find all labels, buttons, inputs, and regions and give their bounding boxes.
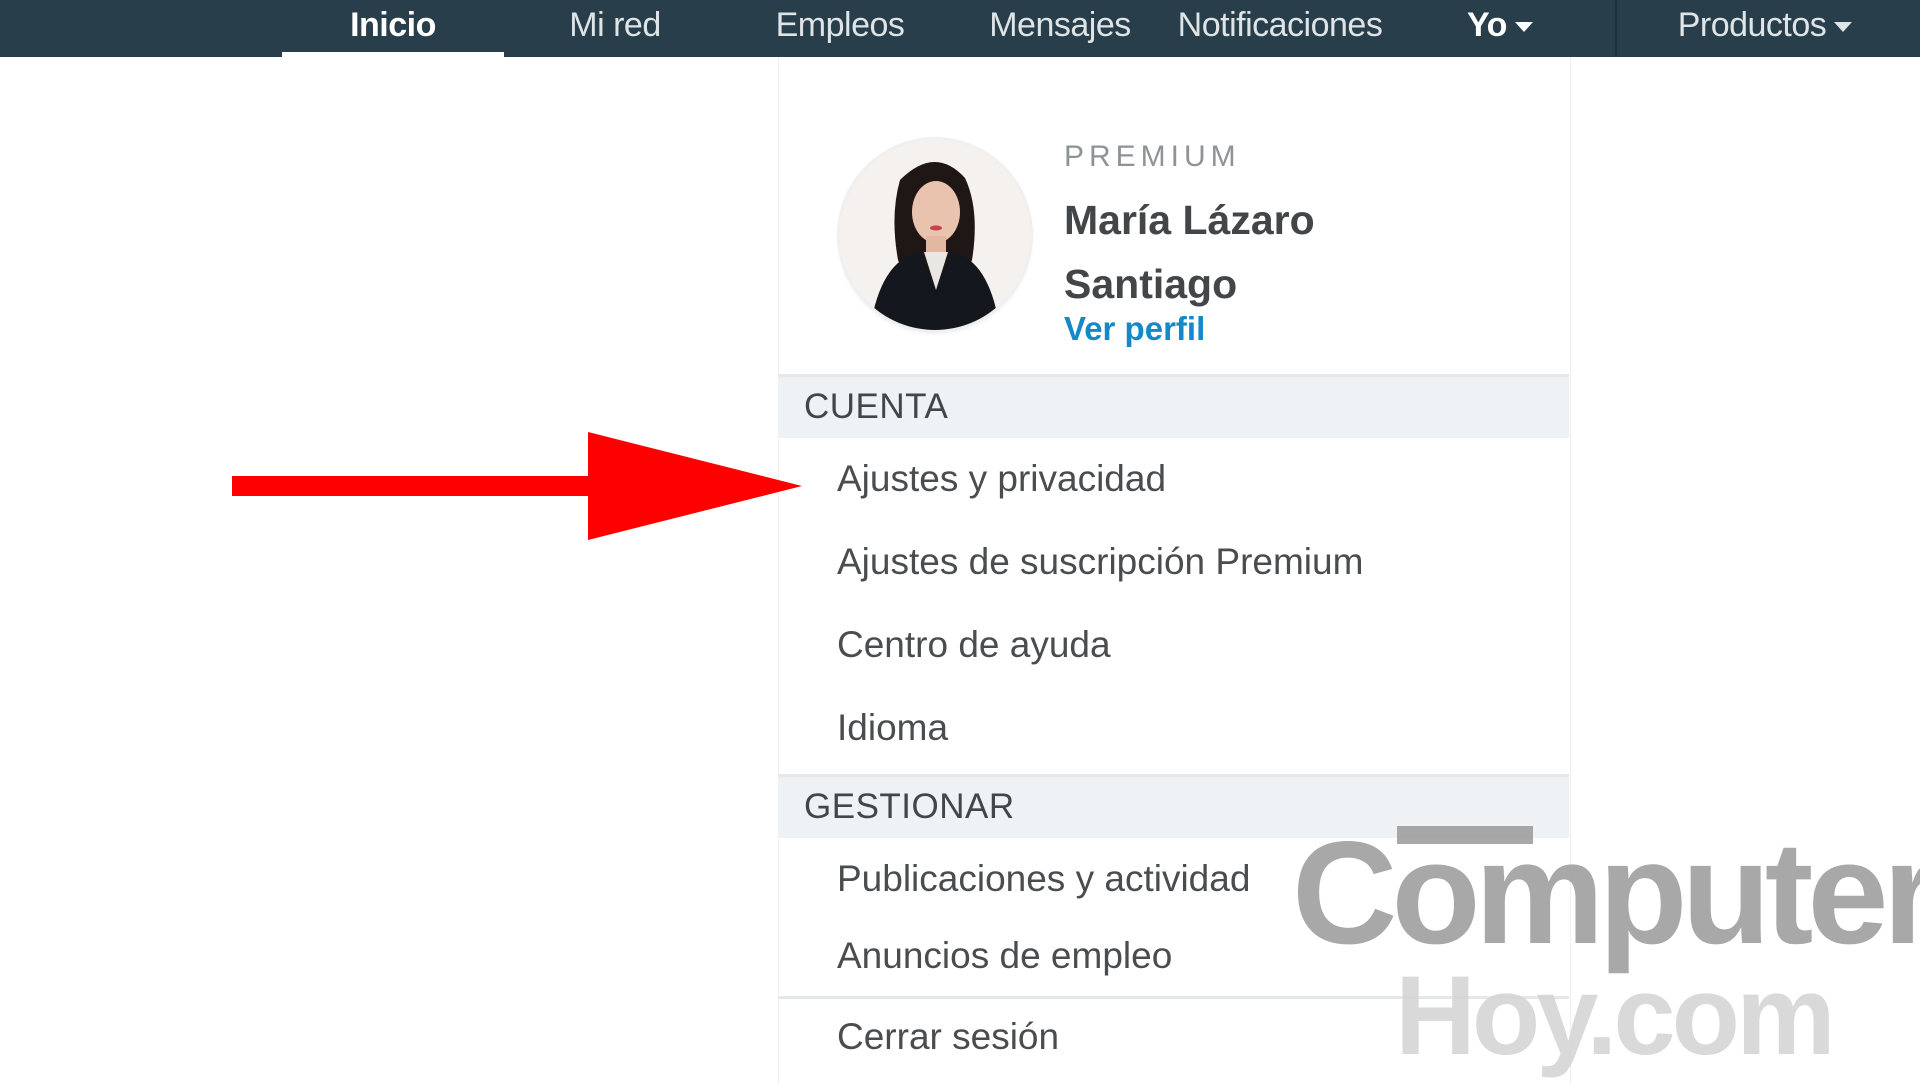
annotation-arrow-icon xyxy=(588,432,802,540)
menu-item-language[interactable]: Idioma xyxy=(837,707,948,749)
annotation-arrow-shaft xyxy=(232,476,604,496)
chevron-down-icon xyxy=(1514,22,1533,33)
nav-products-label: Productos xyxy=(1677,6,1827,44)
watermark-logo: Computer xyxy=(1292,811,1920,974)
chevron-down-icon xyxy=(1834,22,1853,33)
section-header-account: CUENTA xyxy=(778,374,1569,438)
menu-item-posts-activity[interactable]: Publicaciones y actividad xyxy=(837,858,1250,900)
top-navigation-bar: Inicio Mi red Empleos Mensajes Notificac… xyxy=(0,0,1920,57)
profile-name-line2: Santiago xyxy=(1064,261,1238,307)
profile-name-line1: María Lázaro xyxy=(1064,197,1315,243)
nav-products-menu[interactable]: Productos xyxy=(1660,0,1870,57)
menu-item-premium-subscription[interactable]: Ajustes de suscripción Premium xyxy=(837,541,1363,583)
menu-item-settings-privacy[interactable]: Ajustes y privacidad xyxy=(837,458,1166,500)
nav-home-active-indicator xyxy=(282,52,504,57)
nav-divider xyxy=(1615,0,1617,57)
view-profile-link[interactable]: Ver perfil xyxy=(1064,310,1205,348)
profile-name: María Lázaro Santiago xyxy=(1064,188,1424,316)
nav-my-network[interactable]: Mi red xyxy=(540,0,690,57)
profile-photo xyxy=(840,140,1030,330)
nav-messages[interactable]: Mensajes xyxy=(980,0,1140,57)
nav-me-label: Yo xyxy=(1467,6,1507,44)
nav-notifications[interactable]: Notificaciones xyxy=(1170,0,1390,57)
nav-jobs[interactable]: Empleos xyxy=(760,0,920,57)
menu-item-help-center[interactable]: Centro de ayuda xyxy=(837,624,1111,666)
sign-out-button[interactable]: Cerrar sesión xyxy=(837,1016,1059,1058)
menu-item-job-postings[interactable]: Anuncios de empleo xyxy=(837,935,1172,977)
premium-badge: PREMIUM xyxy=(1064,140,1241,173)
nav-me-menu[interactable]: Yo xyxy=(1440,0,1560,57)
dropdown-pointer xyxy=(1480,57,1516,73)
watermark-logo-sub: Hoy.com xyxy=(1395,953,1836,1078)
avatar[interactable] xyxy=(840,140,1030,330)
nav-home[interactable]: Inicio xyxy=(282,0,504,57)
